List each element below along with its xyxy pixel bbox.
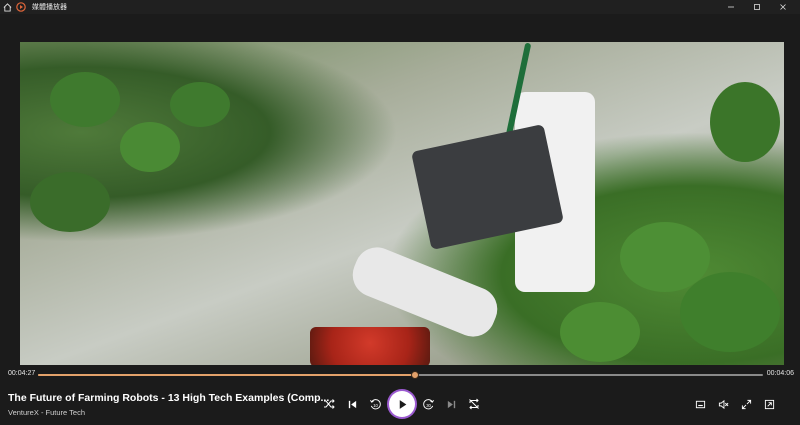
media-subtitle: VentureX - Future Tech [8, 408, 85, 417]
forward-button[interactable]: 30 [418, 394, 438, 414]
shuffle-icon [324, 399, 335, 409]
current-time: 00:04:27 [8, 370, 36, 377]
title-bar: 媒體播放器 [0, 0, 800, 14]
cast-icon [764, 399, 774, 409]
maximize-icon [754, 4, 760, 10]
seek-bar-progress [38, 374, 415, 376]
window-title: 媒體播放器 [32, 4, 67, 11]
next-button[interactable] [441, 394, 461, 414]
home-button[interactable] [0, 0, 14, 14]
shuffle-button[interactable] [319, 394, 339, 414]
strawberry-leaf [170, 82, 230, 127]
home-icon [3, 2, 11, 12]
cast-button[interactable] [759, 394, 779, 414]
strawberry-leaf [710, 82, 780, 162]
previous-icon [348, 400, 356, 408]
svg-text:10: 10 [373, 402, 378, 407]
strawberry-leaf [50, 72, 120, 127]
close-icon [780, 4, 786, 10]
rewind-10-icon: 10 [369, 398, 381, 409]
app-logo [14, 0, 28, 14]
repeat-off-icon [469, 398, 479, 410]
seek-bar-thumb[interactable] [411, 371, 419, 379]
strawberry-leaf [30, 172, 110, 232]
svg-text:30: 30 [426, 402, 431, 407]
window-controls [718, 0, 796, 14]
volume-icon [718, 399, 728, 409]
seek-bar[interactable] [38, 371, 763, 379]
repeat-button[interactable] [464, 394, 484, 414]
minimize-icon [728, 6, 734, 8]
video-frame[interactable] [20, 42, 784, 365]
maximize-button[interactable] [744, 0, 770, 14]
close-button[interactable] [770, 0, 796, 14]
next-icon [447, 400, 455, 408]
strawberry-leaf [560, 302, 640, 362]
volume-button[interactable] [713, 394, 733, 414]
play-button[interactable] [389, 391, 415, 417]
miniplayer-button[interactable] [690, 394, 710, 414]
forward-30-icon: 30 [422, 398, 434, 409]
previous-button[interactable] [342, 394, 362, 414]
rewind-button[interactable]: 10 [365, 394, 385, 414]
app-logo-icon [16, 2, 26, 12]
play-icon [399, 399, 406, 409]
strawberry-leaf [680, 272, 780, 352]
total-time: 00:04:06 [766, 370, 794, 377]
media-title: The Future of Farming Robots - 13 High T… [8, 392, 330, 404]
fullscreen-icon [741, 399, 751, 409]
fullscreen-button[interactable] [736, 394, 756, 414]
minimize-button[interactable] [718, 0, 744, 14]
miniplayer-icon [695, 400, 705, 408]
strawberry-crate [310, 327, 430, 365]
strawberry-leaf [120, 122, 180, 172]
